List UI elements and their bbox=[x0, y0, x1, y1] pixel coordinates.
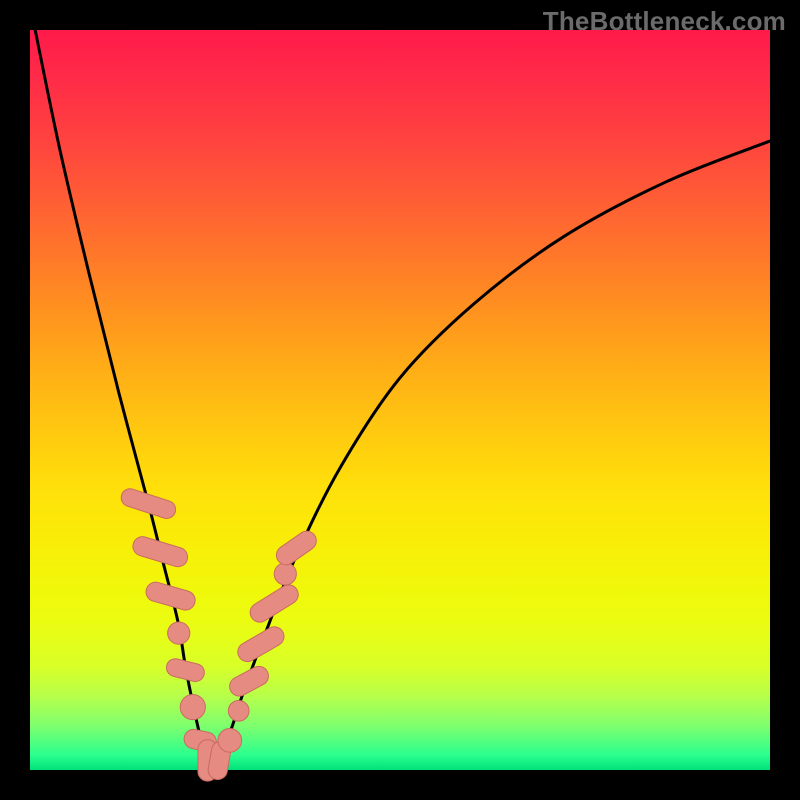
curve-marker bbox=[144, 580, 198, 612]
curve-marker bbox=[131, 534, 190, 569]
curve-marker bbox=[234, 623, 287, 665]
app-frame: TheBottleneck.com bbox=[0, 0, 800, 800]
plot-area bbox=[30, 30, 770, 770]
marker-layer bbox=[119, 486, 320, 781]
curve-marker bbox=[274, 563, 296, 585]
chart-svg bbox=[30, 30, 770, 770]
curve-marker bbox=[226, 663, 272, 699]
curve-marker bbox=[180, 695, 205, 720]
curve-marker bbox=[165, 657, 207, 684]
curve-marker bbox=[228, 700, 249, 721]
curve-marker bbox=[247, 581, 302, 626]
curve-marker bbox=[218, 729, 242, 753]
curve-marker bbox=[273, 527, 320, 568]
curve-marker bbox=[168, 622, 190, 644]
bottleneck-curve bbox=[35, 30, 770, 762]
curve-marker bbox=[119, 486, 178, 520]
